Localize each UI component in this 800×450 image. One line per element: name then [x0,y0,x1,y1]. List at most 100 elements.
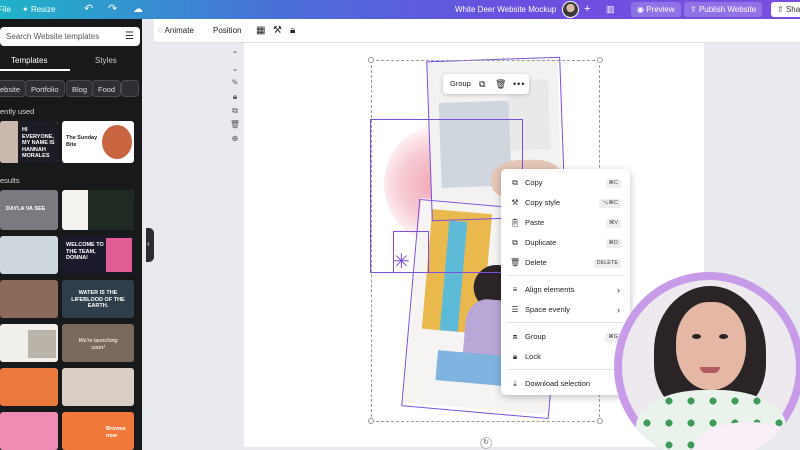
cloud-sync-icon[interactable]: ☁ [133,0,143,19]
preview-button[interactable]: ◉ Preview [631,2,681,17]
undo-icon[interactable]: ↶ [84,0,93,19]
add-page-icon[interactable]: ⊕ [228,134,242,148]
menu-item-align-elements[interactable]: ≡ Align elements › [501,281,630,299]
duplicate-icon[interactable]: ⧉ [479,74,485,94]
presenter-webcam [614,272,800,450]
menu-item-group[interactable]: ⧈ Group ⌘G [501,328,630,346]
duplicate-icon: ⧉ [512,238,518,247]
menu-item-duplicate[interactable]: ⧉ Duplicate ⌘D [501,234,630,252]
tab-styles[interactable]: Styles [95,56,117,65]
search-placeholder: Search Website templates [6,32,100,41]
resize-handle-tl[interactable] [368,57,374,63]
paint-roller-icon: ⚒ [511,198,519,207]
menu-item-space-evenly[interactable]: ☰ Space evenly › [501,301,630,319]
group-icon: ⧈ [512,332,518,341]
chevron-right-icon: › [617,285,620,295]
menu-item-delete[interactable]: 🗑︎ Delete DELETE [501,254,630,272]
more-options-icon[interactable]: ••• [513,74,525,94]
paint-roller-icon[interactable]: ⚒ [273,19,282,43]
document-title[interactable]: White Deer Website Mockup [455,0,556,19]
lock-icon[interactable]: 🔒︎ [290,19,295,43]
template-thumb-9[interactable] [0,368,58,406]
menu-separator [507,369,624,370]
share-button[interactable]: ⇧ Sha [771,2,800,17]
menu-item-paste[interactable]: 📋︎ Paste ⌘V [501,214,630,232]
lock-icon: 🔒︎ [512,352,518,361]
template-thumb-2[interactable] [62,190,134,230]
avatar[interactable] [562,1,579,18]
upload-icon: ⇪ [690,5,699,14]
lock-page-icon[interactable]: 🔒︎ [228,92,242,106]
position-button[interactable]: Position [213,19,241,43]
menu-item-copy[interactable]: ⧉ Copy ⌘C [501,174,630,192]
template-thumb-5[interactable] [0,280,58,318]
delete-icon[interactable]: 🗑︎ [495,74,506,94]
active-tab-indicator [0,69,70,71]
filter-chip-portfolio[interactable]: Portfolio [25,80,65,97]
rotate-icon[interactable]: ↻ [480,437,492,449]
align-icon: ≡ [512,285,518,294]
transparency-icon[interactable]: ▦ [256,19,265,43]
template-thumb-6[interactable]: WATER IS THE LIFEBLOOD OF THE EARTH. [62,280,134,318]
duplicate-page-icon[interactable]: ⧉ [228,106,242,120]
menu-item-lock[interactable]: 🔒︎ Lock [501,348,630,366]
eye-icon: ◉ [637,5,647,14]
recently-used-heading: ently used [0,107,35,116]
resize-handle-tr[interactable] [597,57,603,63]
template-thumb-12[interactable]: Browse now [62,412,134,450]
group-button[interactable]: Group [450,74,471,94]
animate-button[interactable]: ◌ Animate [158,19,194,43]
insights-icon[interactable]: ▥ [606,0,615,19]
chip-scroll-arrow[interactable] [121,80,139,97]
filter-chip-blog[interactable]: Blog [66,80,94,97]
chevron-down-icon[interactable]: ⌄ [228,64,242,78]
space-evenly-icon: ☰ [511,305,519,314]
publish-website-button[interactable]: ⇪ Publish Website [684,2,763,17]
editor-toolbar: ◌ Animate Position ▦ ⚒ 🔒︎ [154,19,800,43]
page-side-tools: ⌃ ⌄ ✎ 🔒︎ ⧉ 🗑︎ ⊕ [228,50,242,148]
chevron-up-icon[interactable]: ⌃ [228,50,242,64]
file-menu[interactable]: File [0,0,11,19]
template-thumb-4[interactable]: WELCOME TO THE TEAM, DONNA! [62,236,134,274]
clipboard-icon: 📋︎ [510,218,521,227]
menu-separator [507,322,624,323]
redo-icon[interactable]: ↷ [108,0,117,19]
menu-separator [507,275,624,276]
panel-tabs: Templates Styles [0,53,142,71]
resize-button[interactable]: ✦ Resize [22,0,55,19]
menu-item-download-selection[interactable]: ⤓ Download selection [501,375,630,393]
chevron-right-icon: › [617,305,620,315]
filter-chip-website[interactable]: ebsite [0,80,27,97]
panel-collapse-handle[interactable]: ‹ [146,228,154,262]
context-menu: ⧉ Copy ⌘C ⚒ Copy style ⌥⌘C 📋︎ Paste ⌘V ⧉… [501,169,630,395]
copy-icon: ⧉ [512,178,518,187]
menu-item-copy-style[interactable]: ⚒ Copy style ⌥⌘C [501,194,630,212]
template-thumb-1[interactable]: DAYLA VA SEE [0,190,58,230]
resize-handle-bl[interactable] [368,418,374,424]
canva-editor: File ✦ Resize ↶ ↷ ☁ White Deer Website M… [0,0,800,450]
results-heading: esults [0,176,20,185]
template-thumb-recent-2[interactable]: The Sunday Bite [62,121,134,163]
template-thumb-10[interactable] [62,368,134,406]
filter-chip-food[interactable]: Food [92,80,122,97]
notes-icon[interactable]: ✎ [228,78,242,92]
trash-icon[interactable]: 🗑︎ [228,120,242,134]
selection-floating-toolbar: Group ⧉ 🗑︎ ••• [443,74,529,94]
download-icon: ⤓ [513,379,517,388]
template-thumb-recent-1[interactable]: HI EVERYONE, MY NAME IS HANNAH MORALES [0,121,58,163]
chevron-left-icon: ‹ [147,239,150,248]
tab-templates[interactable]: Templates [11,56,47,65]
top-bar: File ✦ Resize ↶ ↷ ☁ White Deer Website M… [0,0,800,19]
search-input[interactable]: Search Website templates ☰ [0,27,140,46]
template-thumb-7[interactable] [0,324,58,362]
template-thumb-8[interactable]: We're launching soon! [62,324,134,362]
trash-icon: 🗑︎ [510,258,521,267]
sparkle-icon: ✦ [22,5,31,14]
share-icon: ⇧ [777,5,786,14]
filter-icon[interactable]: ☰ [125,27,134,46]
add-collaborator-icon[interactable]: + [584,0,590,19]
template-thumb-11[interactable] [0,412,58,450]
template-thumb-3[interactable] [0,236,58,274]
resize-handle-br[interactable] [597,418,603,424]
templates-panel: Search Website templates ☰ Templates Sty… [0,19,142,450]
